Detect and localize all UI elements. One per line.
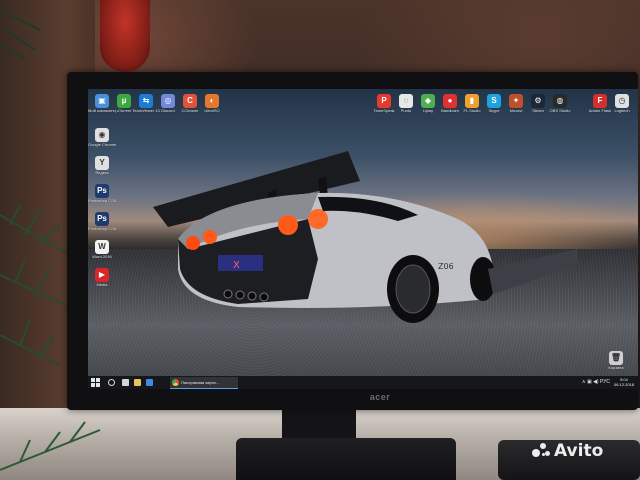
desktop-screen: X Z06 Панорамная карта... ∧ ▣ ◀) РУС 9:0… bbox=[88, 89, 638, 389]
desktop-icon-left-1-icon: ◉ bbox=[95, 128, 109, 142]
desktop-icon-left-5-label: Word 2016 bbox=[92, 254, 112, 259]
svg-text:Z06: Z06 bbox=[438, 262, 454, 271]
plant-bottom-left bbox=[0, 421, 101, 471]
desktop-icon-top-1-icon: ⇆ bbox=[139, 94, 153, 108]
taskbar-clock[interactable]: 9:04 06.12.2018 bbox=[614, 377, 634, 387]
desktop-icon-top-3-icon: C bbox=[183, 94, 197, 108]
desktop-icon-left-5-icon: W bbox=[95, 240, 109, 254]
desktop-icon-top-2-icon: ◎ bbox=[161, 94, 175, 108]
search-icon[interactable] bbox=[108, 379, 115, 386]
desktop-icon-left-6-label: Media bbox=[96, 282, 108, 287]
desktop-icon-left-3-icon: Ps bbox=[95, 184, 109, 198]
desktop-icon-top-right-7-icon: ⚙ bbox=[531, 94, 545, 108]
desktop-icon-left-2[interactable]: Y Яндекс bbox=[88, 156, 116, 175]
red-decoration bbox=[100, 0, 150, 72]
desktop-icon-left-5[interactable]: W Word 2016 bbox=[88, 240, 116, 259]
desktop-icon-left-2-icon: Y bbox=[95, 156, 109, 170]
taskbar-chrome-label: Панорамная карта... bbox=[181, 380, 219, 385]
desktop-icon-top-4-icon: ◐ bbox=[205, 94, 219, 108]
desktop-icon-left-6[interactable]: ▶ Media bbox=[88, 268, 116, 287]
monitor-stand-neck bbox=[282, 410, 356, 440]
desktop-icon-left-6-icon: ▶ bbox=[95, 268, 109, 282]
windows-logo-icon bbox=[91, 378, 95, 382]
edge-icon[interactable] bbox=[146, 379, 153, 386]
monitor-brand-logo: acer bbox=[369, 392, 391, 402]
desktop-icon-top-right-8-label: OBS Studio bbox=[549, 108, 571, 113]
avito-text: Avito bbox=[554, 441, 604, 461]
desktop-icon-top-right-8-icon: ◍ bbox=[553, 94, 567, 108]
recycle-bin[interactable]: 🗑 Корзина bbox=[602, 351, 630, 370]
desktop-icon-top-right-6-icon: ✦ bbox=[509, 94, 523, 108]
desktop-icon-left-3-label: Photoshop CS6 bbox=[88, 198, 116, 203]
avito-watermark: Avito bbox=[532, 441, 603, 461]
desktop-icon-top-right-8[interactable]: ◍ OBS Studio bbox=[546, 94, 574, 113]
system-tray[interactable]: ∧ ▣ ◀) РУС bbox=[582, 379, 610, 385]
clock-date: 06.12.2018 bbox=[613, 382, 634, 387]
desktop-icon-top-right-5-icon: S bbox=[487, 94, 501, 108]
file-explorer-icon[interactable] bbox=[134, 379, 141, 386]
taskbar: Панорамная карта... ∧ ▣ ◀) РУС 9:04 06.1… bbox=[88, 376, 638, 389]
taskbar-chrome-window[interactable]: Панорамная карта... bbox=[170, 377, 238, 389]
desktop-icon-top-right-3-icon: ● bbox=[443, 94, 457, 108]
avito-dots-icon bbox=[532, 442, 552, 458]
desktop-icon-left-4-icon: Ps bbox=[95, 212, 109, 226]
desktop-icon-top-right-2-icon: ◆ bbox=[421, 94, 435, 108]
desktop-icon-left-1[interactable]: ◉ Google Chrome bbox=[88, 128, 116, 147]
desktop-icon-top-right-10-label: Logitech bbox=[614, 108, 630, 113]
desktop-icon-left-4[interactable]: PsPhotoshop CS6 x64 bbox=[88, 212, 116, 231]
desktop-icon-top-4-label: UltraISO bbox=[204, 108, 220, 113]
desktop-icon-top-right-0-icon: P bbox=[377, 94, 391, 108]
desktop-icon-top-right-9-icon: F bbox=[593, 94, 607, 108]
desktop-icon-top-0-icon: µ bbox=[117, 94, 131, 108]
monitor-stand-base bbox=[236, 438, 456, 480]
recycle-bin-icon: 🗑 bbox=[609, 351, 623, 365]
task-view-icon[interactable] bbox=[122, 379, 129, 386]
desktop-icon-top-right-1-icon: ◌ bbox=[399, 94, 413, 108]
desktop-icon-top-right-4-icon: ▮ bbox=[465, 94, 479, 108]
start-button[interactable] bbox=[91, 378, 100, 387]
svg-text:X: X bbox=[233, 260, 240, 271]
chrome-icon bbox=[172, 379, 179, 386]
desktop-icon-left-3[interactable]: Ps Photoshop CS6 bbox=[88, 184, 116, 203]
desktop-icon-left-1-label: Google Chrome bbox=[88, 142, 116, 147]
recycle-bin-label: Корзина bbox=[608, 365, 624, 370]
desktop-icon-top-right-10-icon: ◷ bbox=[615, 94, 629, 108]
desktop-icon-top-right-10[interactable]: ◷ Logitech bbox=[608, 94, 636, 113]
desktop-icon-left-4-label: Photoshop CS6 x64 bbox=[88, 226, 116, 231]
wallpaper-car: X Z06 bbox=[153, 151, 578, 323]
desktop-icon-left-2-label: Яндекс bbox=[95, 170, 109, 175]
desktop-icon-top-4[interactable]: ◐ UltraISO bbox=[198, 94, 226, 113]
desktop-icon-left-0-icon: ▣ bbox=[95, 94, 109, 108]
plant-top-left bbox=[0, 9, 41, 59]
